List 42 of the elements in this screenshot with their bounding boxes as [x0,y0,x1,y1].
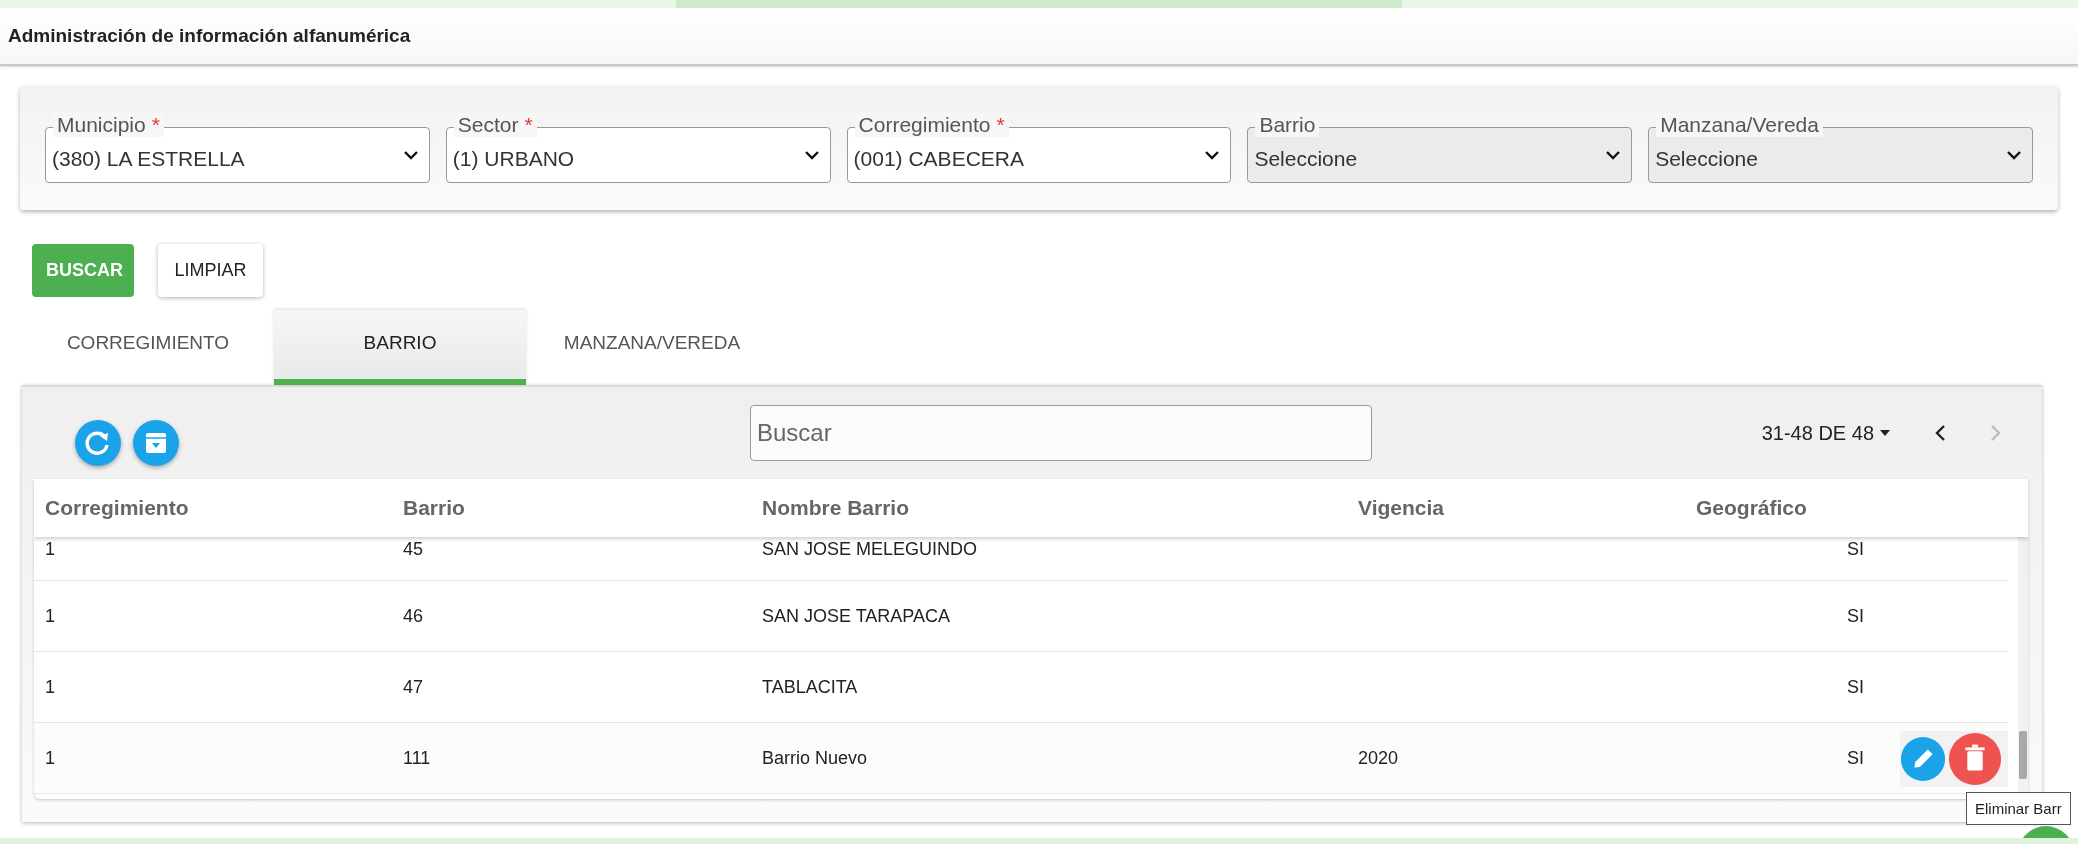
table-cell: 1 [45,605,55,626]
refresh-icon[interactable] [74,419,122,467]
table-cell: SI [1847,539,1864,559]
table-cell: Barrio Nuevo [762,747,868,768]
table-cell: 1 [45,747,55,768]
chevron-down-icon [1605,150,1622,160]
tab[interactable]: BARRIO [274,310,526,385]
edit-icon[interactable] [1900,736,1946,782]
tab[interactable]: CORREGIMIENTO [22,310,274,385]
table-cell: SAN JOSE TARAPACA [762,605,951,626]
table-cell: SI [1847,676,1864,697]
table-cell: 45 [403,539,424,559]
caret-icon [1880,430,1890,436]
clear-button[interactable]: LIMPIAR [158,244,263,297]
previous-page-icon[interactable] [1934,424,1946,442]
delete-icon[interactable] [1948,732,2002,786]
chevron-down-icon [1204,150,1221,160]
table-cell: 1 [45,676,55,697]
column-header[interactable]: Geográfico [1685,496,2028,520]
column-header[interactable]: Vigencia [1347,496,1685,520]
scrollbar-thumb[interactable] [2019,731,2027,779]
page-range-dropdown[interactable]: 31-48 DE 48 [1761,421,1890,445]
table-cell: SI [1847,747,1864,768]
table-cell: SAN JOSE MELEGUINDO [762,539,978,559]
chevron-down-icon [803,150,820,160]
column-header[interactable]: Barrio [392,496,751,520]
table-cell: 1 [45,539,55,559]
search-field[interactable]: Buscar [750,405,1372,461]
column-header[interactable]: Nombre Barrio [751,496,1347,520]
table-cell: 111 [403,747,431,768]
tab[interactable]: MANZANA/VEREDA [526,310,778,385]
table-cell: 47 [403,676,424,697]
tooltip: Eliminar Barr [1966,792,2071,825]
table-cell: SI [1847,605,1864,626]
table-cell: 2020 [1358,747,1399,768]
page-title: Administración de información alfanumérica [8,25,411,47]
column-header[interactable]: Corregimiento [34,496,392,520]
table-cell: 46 [403,605,424,626]
chevron-down-icon [2006,150,2022,160]
table-cell: TABLACITA [762,676,858,697]
archive-download-icon[interactable] [132,419,180,467]
chevron-down-icon [402,150,419,160]
